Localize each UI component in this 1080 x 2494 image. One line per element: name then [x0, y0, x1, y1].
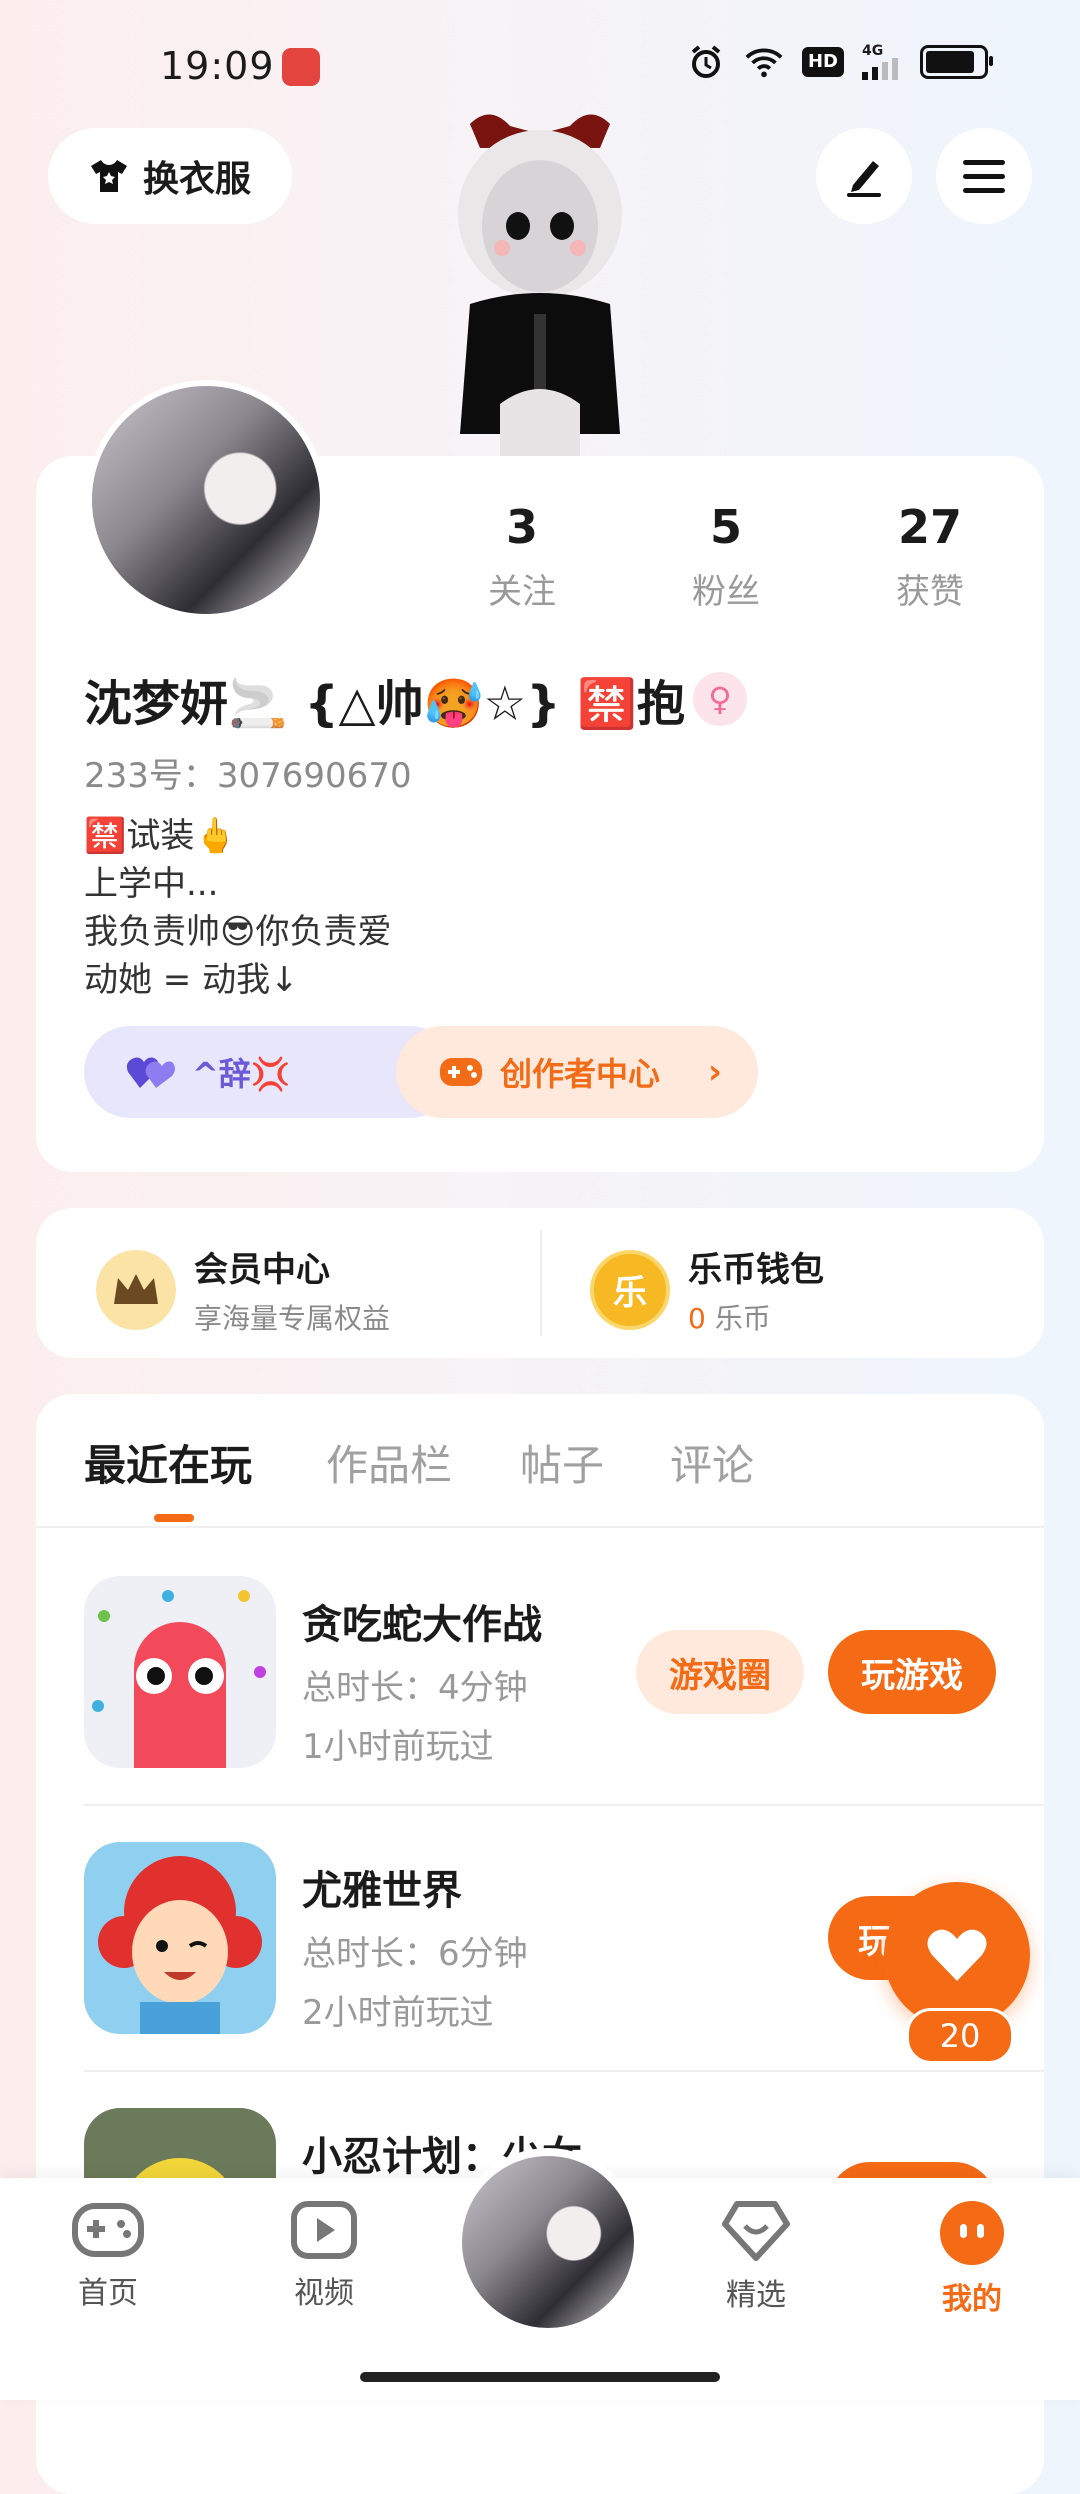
tab-recently-played[interactable]: 最近在玩: [84, 1432, 252, 1493]
nav-video[interactable]: 视频: [264, 2200, 384, 2312]
network-label: 4G: [862, 43, 884, 59]
play-game-button[interactable]: 玩游戏: [828, 1630, 996, 1714]
wallet-title: 乐币钱包: [688, 1250, 824, 1290]
female-gender-icon: ♀: [693, 672, 748, 726]
menu-button[interactable]: [936, 128, 1032, 224]
game-title: 贪吃蛇大作战: [302, 1602, 542, 1648]
following-stat[interactable]: 3 关注: [442, 500, 602, 613]
like-count-badge: 20: [906, 2008, 1014, 2064]
creator-center-chip[interactable]: 创作者中心 ›: [396, 1026, 758, 1118]
nav-video-label: 视频: [294, 2276, 354, 2311]
like-floating-button[interactable]: [884, 1882, 1030, 2028]
followers-count: 5: [709, 500, 742, 554]
tab-posts[interactable]: 帖子: [520, 1432, 604, 1493]
username-row: 沈梦妍🚬 {△帅🥵☆} 🈲抱 ♀: [84, 664, 748, 734]
wallet-amount: 0: [688, 1302, 706, 1335]
nav-center-avatar[interactable]: [454, 2148, 642, 2336]
user-bio: 🈲试装🖕 上学中... 我负责帅😎你负责爱 动她 = 动我↓: [84, 816, 392, 1000]
username: 沈梦妍🚬 {△帅🥵☆} 🈲抱: [84, 676, 686, 732]
battery-icon: [920, 45, 993, 79]
game-row[interactable]: [84, 1576, 276, 1772]
crown-icon: [96, 1249, 176, 1330]
likes-stat[interactable]: 27 获赞: [850, 500, 1010, 613]
tab-divider: [36, 1526, 1044, 1528]
member-divider: [540, 1230, 542, 1336]
game-title: 尤雅世界: [302, 1868, 462, 1914]
smile-face-icon: [940, 2201, 1004, 2265]
coin-icon: 乐: [590, 1249, 670, 1330]
likes-count: 27: [897, 500, 962, 554]
hamburger-menu-icon: [963, 160, 1005, 193]
tab-works[interactable]: 作品栏: [326, 1432, 452, 1493]
change-outfit-button[interactable]: 换衣服: [48, 128, 292, 224]
tshirt-icon: [90, 160, 127, 192]
character-avatar[interactable]: [430, 104, 650, 456]
user-id: 233号：307690670: [84, 756, 412, 796]
vip-subtitle: 享海量专属权益: [194, 1302, 391, 1335]
nav-home-label: 首页: [78, 2276, 138, 2311]
active-tab-indicator: [154, 1514, 194, 1522]
nav-picks[interactable]: 精选: [696, 2200, 816, 2314]
home-indicator[interactable]: [360, 2372, 720, 2382]
row-divider: [84, 1804, 1044, 1806]
nav-home[interactable]: 首页: [48, 2200, 168, 2312]
game-info: 尤雅世界 总时长：6分钟 2小时前玩过: [302, 1858, 528, 2034]
change-outfit-label: 换衣服: [142, 159, 251, 200]
cell-signal-icon: 4G: [862, 44, 902, 80]
gamepad-nav-icon: [72, 2203, 144, 2257]
edit-profile-button[interactable]: [816, 128, 912, 224]
wallet-entry[interactable]: 乐 乐币钱包 0 乐币: [590, 1242, 824, 1337]
following-count: 3: [505, 500, 538, 554]
vip-title: 会员中心: [194, 1250, 330, 1290]
nav-mine-label: 我的: [942, 2282, 1002, 2317]
status-time: 19:09: [160, 44, 275, 88]
double-heart-icon: [126, 1057, 175, 1088]
game-duration: 总时长：4分钟: [302, 1668, 528, 1708]
snake-game-icon: [84, 1576, 276, 1768]
hd-badge: HD: [801, 47, 844, 77]
chevron-right-icon: ›: [707, 1052, 722, 1092]
status-icons: HD 4G: [686, 44, 993, 80]
app-notification-icon: [282, 48, 320, 86]
video-play-icon: [291, 2201, 357, 2259]
heart-icon: [927, 1929, 987, 1981]
wallet-unit: 乐币: [705, 1302, 771, 1335]
following-label: 关注: [488, 572, 556, 612]
likes-label: 获赞: [896, 572, 964, 612]
gamepad-icon: [440, 1058, 482, 1086]
followers-stat[interactable]: 5 粉丝: [646, 500, 806, 613]
game-row[interactable]: [84, 1842, 276, 2038]
youya-world-game-icon: [84, 1842, 276, 2034]
game-circle-button[interactable]: 游戏圈: [636, 1630, 804, 1714]
followers-label: 粉丝: [692, 572, 760, 612]
heart-diamond-icon: [722, 2201, 790, 2261]
game-last-played: 2小时前玩过: [302, 1993, 494, 2033]
tab-comments[interactable]: 评论: [670, 1432, 754, 1493]
alarm-icon: [686, 44, 726, 80]
profile-avatar[interactable]: [86, 380, 326, 620]
nav-picks-label: 精选: [726, 2278, 786, 2313]
game-duration: 总时长：6分钟: [302, 1934, 528, 1974]
edit-icon: [847, 161, 881, 197]
nav-mine[interactable]: 我的: [912, 2200, 1032, 2318]
wifi-icon: [744, 44, 784, 80]
game-info: 贪吃蛇大作战 总时长：4分钟 1小时前玩过: [302, 1592, 542, 1768]
couple-chip-label: ^辞💢: [192, 1055, 291, 1093]
game-last-played: 1小时前玩过: [302, 1727, 494, 1767]
row-divider: [84, 2070, 1044, 2072]
vip-center-entry[interactable]: 会员中心 享海量专属权益: [96, 1242, 390, 1337]
creator-center-label: 创作者中心: [500, 1055, 661, 1093]
